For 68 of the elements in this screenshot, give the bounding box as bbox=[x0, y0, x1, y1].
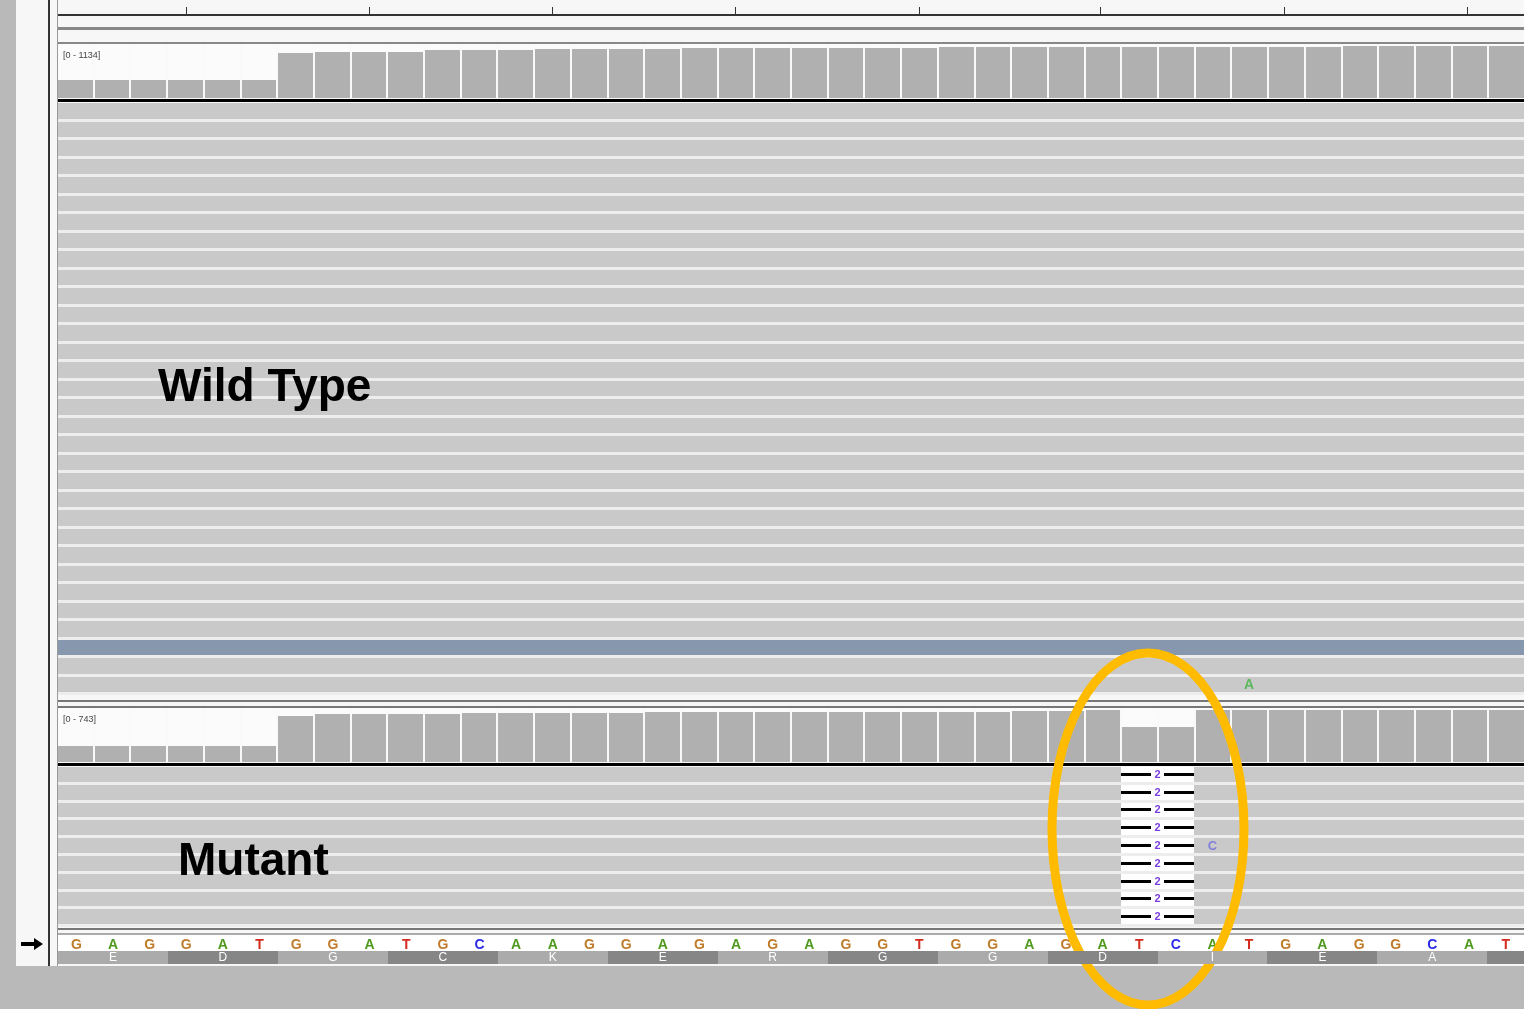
reference-base: G bbox=[839, 935, 853, 953]
deletion-length: 2 bbox=[1153, 911, 1162, 923]
track-label: Mutant bbox=[178, 836, 329, 882]
reference-base: A bbox=[216, 935, 229, 952]
amino-acid-codon: E bbox=[1267, 951, 1378, 964]
amino-acid-codon: G bbox=[277, 951, 388, 964]
reference-base: T bbox=[254, 935, 265, 953]
reference-base: T bbox=[1243, 935, 1255, 953]
deletion-length: 2 bbox=[1153, 786, 1162, 798]
reference-base: G bbox=[876, 935, 890, 952]
reference-base: G bbox=[582, 935, 596, 953]
arrow-right-icon bbox=[21, 938, 43, 950]
mismatch-base: A bbox=[1244, 676, 1255, 692]
amino-acid-codon: K bbox=[497, 951, 608, 964]
reference-base: A bbox=[656, 935, 669, 952]
coverage-range: [0 - 1134] bbox=[63, 49, 101, 62]
reference-base: A bbox=[1316, 935, 1329, 952]
mismatch-base: C bbox=[1207, 838, 1218, 854]
reference-base: A bbox=[1023, 935, 1036, 953]
coverage-range: [0 - 743] bbox=[63, 713, 97, 726]
deletion-length: 2 bbox=[1153, 804, 1162, 816]
reference-base: G bbox=[1059, 935, 1073, 953]
deletion-length: 2 bbox=[1153, 893, 1162, 905]
deletion-length: 2 bbox=[1153, 875, 1162, 887]
amino-acid-codon: C bbox=[387, 951, 498, 964]
reference-base: G bbox=[986, 935, 999, 952]
reference-base: A bbox=[546, 935, 559, 952]
reference-base: A bbox=[729, 935, 743, 953]
amino-acid-codon bbox=[1487, 951, 1524, 964]
reference-base: T bbox=[1500, 935, 1511, 953]
reference-base: A bbox=[1096, 935, 1109, 952]
reference-base: C bbox=[1169, 935, 1182, 953]
amino-acid-codon: I bbox=[1157, 951, 1268, 964]
reference-base: G bbox=[766, 935, 780, 952]
reference-base: T bbox=[914, 935, 925, 953]
reference-base: T bbox=[400, 935, 412, 953]
reference-base: G bbox=[326, 935, 340, 952]
reference-base: G bbox=[1279, 935, 1293, 953]
amino-acid-codon: A bbox=[1377, 951, 1488, 964]
reference-base: G bbox=[289, 935, 303, 953]
reference-base: C bbox=[473, 935, 486, 953]
amino-acid-codon: D bbox=[167, 951, 278, 964]
reference-base: A bbox=[1462, 935, 1476, 953]
reference-base: C bbox=[1426, 935, 1439, 952]
deletion-length: 2 bbox=[1153, 768, 1162, 780]
reference-base: A bbox=[803, 935, 816, 953]
reference-base: A bbox=[363, 935, 376, 953]
deletion-length: 2 bbox=[1153, 840, 1162, 852]
reference-base: G bbox=[1352, 935, 1366, 953]
deletion-length: 2 bbox=[1153, 822, 1162, 834]
reference-base: G bbox=[1389, 935, 1403, 953]
reference-base: G bbox=[143, 935, 157, 953]
deletion-length: 2 bbox=[1153, 857, 1162, 869]
reference-base: G bbox=[69, 935, 83, 953]
amino-acid-codon: G bbox=[827, 951, 938, 964]
amino-acid-codon: E bbox=[58, 951, 168, 964]
reference-base: G bbox=[179, 935, 193, 953]
reference-base: T bbox=[1133, 935, 1145, 953]
reference-base: A bbox=[510, 935, 523, 953]
reference-base: G bbox=[692, 935, 706, 953]
amino-acid-codon: R bbox=[717, 951, 828, 964]
reference-base: G bbox=[436, 935, 450, 952]
reference-base: G bbox=[619, 935, 633, 953]
reference-base: A bbox=[106, 935, 120, 952]
reference-base: G bbox=[949, 935, 963, 953]
amino-acid-codon: E bbox=[607, 951, 718, 964]
amino-acid-codon: G bbox=[937, 951, 1048, 964]
amino-acid-codon: D bbox=[1047, 951, 1158, 964]
